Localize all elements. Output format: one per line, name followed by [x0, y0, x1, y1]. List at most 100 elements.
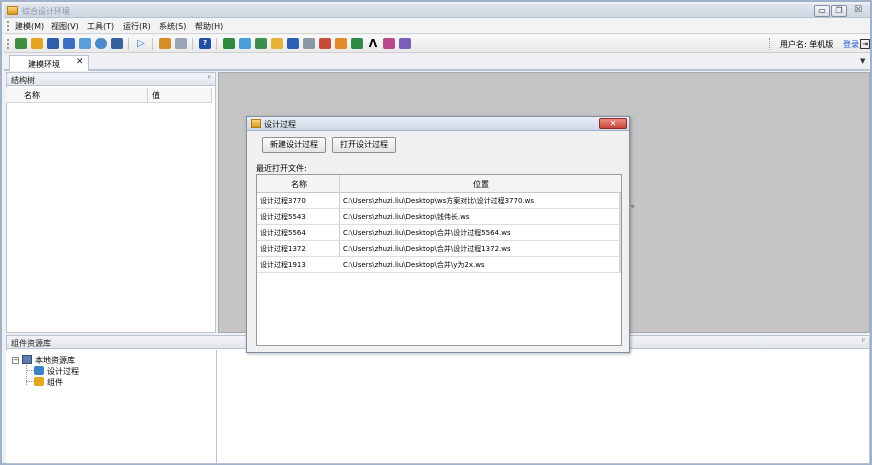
document-tab-bar: 建模环境 ✕ ▼ — [4, 54, 870, 71]
workspace-hint-text: 。 — [631, 200, 641, 210]
column-divider[interactable] — [211, 88, 212, 103]
app-window: 综合设计环境 ▭ ❐ ☒ 建模(M) 视图(V) 工具(T) 运行(R) 系统(… — [0, 0, 872, 465]
table-row[interactable]: 设计过程1372 C:\Users\zhuzi.liu\Desktop\合并\设… — [257, 241, 621, 257]
table-scrollbar[interactable] — [619, 193, 621, 273]
picture-icon[interactable] — [399, 38, 411, 49]
column-name-header[interactable]: 名称 — [24, 90, 40, 101]
design-process-dialog: 设计过程 ✕ 新建设计过程 打开设计过程 最近打开文件: 名称 位置 设计过程3… — [246, 116, 630, 353]
computer-icon — [22, 355, 32, 364]
structure-tree-panel — [6, 72, 216, 333]
upload-icon[interactable] — [31, 38, 43, 49]
login-icon[interactable]: ⇥ — [860, 39, 870, 49]
menu-view[interactable]: 视图(V) — [51, 21, 79, 32]
row-path: C:\Users\zhuzi.liu\Desktop\合并\设计过程5564.w… — [343, 229, 511, 237]
recent-files-table: 名称 位置 设计过程3770 C:\Users\zhuzi.liu\Deskto… — [256, 174, 622, 346]
menu-system[interactable]: 系统(S) — [159, 21, 186, 32]
save-as-icon[interactable] — [63, 38, 75, 49]
excel-icon[interactable] — [223, 38, 235, 49]
recent-table-header: 名称 位置 — [257, 175, 621, 193]
toolbar-separator — [192, 38, 193, 50]
title-bar: 综合设计环境 ▭ ❐ ☒ — [4, 4, 870, 18]
edit-icon[interactable] — [159, 38, 171, 49]
tree-node-component[interactable]: 组件 — [47, 377, 63, 388]
tree-connector — [26, 365, 27, 385]
tree-connector — [26, 370, 34, 371]
row-name: 设计过程1372 — [260, 245, 306, 253]
table-row[interactable]: 设计过程5564 C:\Users\zhuzi.liu\Desktop\合并\设… — [257, 225, 621, 241]
toolbar-separator — [152, 38, 153, 50]
export-icon[interactable] — [351, 38, 363, 49]
tree-node-design-process[interactable]: 设计过程 — [47, 366, 79, 377]
restore-button[interactable]: ❐ — [831, 5, 847, 17]
grid-icon[interactable] — [111, 38, 123, 49]
folder-icon[interactable] — [271, 38, 283, 49]
row-path: C:\Users\zhuzi.liu\Desktop\合并\设计过程1372.w… — [343, 245, 511, 253]
tools-icon[interactable] — [383, 38, 395, 49]
tree-node-local-library[interactable]: 本地资源库 — [35, 355, 75, 366]
structure-tree-title: 结构树 — [11, 76, 35, 85]
table-row[interactable]: 设计过程1913 C:\Users\zhuzi.liu\Desktop\合并\y… — [257, 257, 621, 273]
minimize-button[interactable]: ▭ — [814, 5, 830, 17]
recent-files-label: 最近打开文件: — [256, 164, 307, 173]
structure-tree-header: 结构树 ᵖ — [6, 72, 216, 86]
new-design-process-button[interactable]: 新建设计过程 — [262, 137, 326, 153]
menu-bar: 建模(M) 视图(V) 工具(T) 运行(R) 系统(S) 帮助(H) — [4, 18, 870, 34]
column-name-header[interactable]: 名称 — [291, 179, 307, 190]
font-icon[interactable]: Λ — [367, 38, 379, 49]
row-path: C:\Users\zhuzi.liu\Desktop\钱伟长.ws — [343, 213, 470, 221]
tree-icon[interactable] — [15, 38, 27, 49]
table-row[interactable]: 设计过程5543 C:\Users\zhuzi.liu\Desktop\钱伟长.… — [257, 209, 621, 225]
toolbar-separator — [769, 38, 770, 50]
row-name: 设计过程5543 — [260, 213, 306, 221]
tab-close-icon[interactable]: ✕ — [76, 57, 84, 67]
word-icon[interactable] — [287, 38, 299, 49]
zoom-icon[interactable] — [175, 38, 187, 49]
structure-grid-header: 名称 值 — [6, 88, 212, 103]
toolbar-separator — [128, 38, 129, 50]
column-divider[interactable] — [147, 88, 148, 103]
run-icon[interactable]: ▷ — [135, 38, 147, 49]
menu-tools[interactable]: 工具(T) — [87, 21, 114, 32]
save-icon[interactable] — [47, 38, 59, 49]
column-value-header[interactable]: 值 — [152, 90, 160, 101]
dialog-title-bar[interactable]: 设计过程 ✕ — [247, 117, 629, 131]
login-link[interactable]: 登录 — [843, 39, 859, 50]
chart-icon[interactable] — [239, 38, 251, 49]
tab-modeling-environment[interactable]: 建模环境 ✕ — [9, 55, 89, 71]
menu-help[interactable]: 帮助(H) — [195, 21, 223, 32]
menu-grip — [7, 21, 9, 31]
globe-icon[interactable] — [95, 38, 107, 49]
component-icon — [34, 377, 44, 386]
row-path: C:\Users\zhuzi.liu\Desktop\ws方案对比\设计过程37… — [343, 197, 535, 205]
dialog-close-button[interactable]: ✕ — [599, 118, 627, 129]
tab-label: 建模环境 — [28, 60, 60, 69]
image-icon[interactable] — [79, 38, 91, 49]
open-design-process-button[interactable]: 打开设计过程 — [332, 137, 396, 153]
collapse-icon[interactable]: − — [12, 357, 19, 364]
table-row[interactable]: 设计过程3770 C:\Users\zhuzi.liu\Desktop\ws方案… — [257, 193, 621, 209]
pin-icon[interactable]: ᵖ — [862, 337, 865, 345]
table-icon[interactable] — [255, 38, 267, 49]
form-icon[interactable] — [335, 38, 347, 49]
component-library-title: 组件资源库 — [11, 339, 51, 348]
resource-tree: − 本地资源库 设计过程 组件 — [6, 350, 217, 463]
close-window-button[interactable]: ☒ — [850, 5, 866, 17]
row-name: 设计过程3770 — [260, 197, 306, 205]
row-name: 设计过程5564 — [260, 229, 306, 237]
menu-run[interactable]: 运行(R) — [123, 21, 151, 32]
report-icon[interactable] — [319, 38, 331, 49]
tab-list-dropdown-icon[interactable]: ▼ — [860, 57, 865, 65]
pin-icon[interactable]: ᵖ — [208, 74, 211, 82]
column-location-header[interactable]: 位置 — [473, 179, 489, 190]
window-title: 综合设计环境 — [22, 7, 70, 16]
app-icon — [7, 6, 18, 15]
row-path: C:\Users\zhuzi.liu\Desktop\合并\y为2x.ws — [343, 261, 485, 269]
calculator-icon[interactable] — [303, 38, 315, 49]
dialog-title: 设计过程 — [264, 120, 296, 129]
row-name: 设计过程1913 — [260, 261, 306, 269]
toolbar-separator — [216, 38, 217, 50]
username-label: 用户名: 单机版 — [780, 40, 834, 49]
help-icon[interactable]: ? — [199, 38, 211, 49]
menu-modeling[interactable]: 建模(M) — [15, 21, 44, 32]
toolbar-grip — [7, 39, 9, 49]
